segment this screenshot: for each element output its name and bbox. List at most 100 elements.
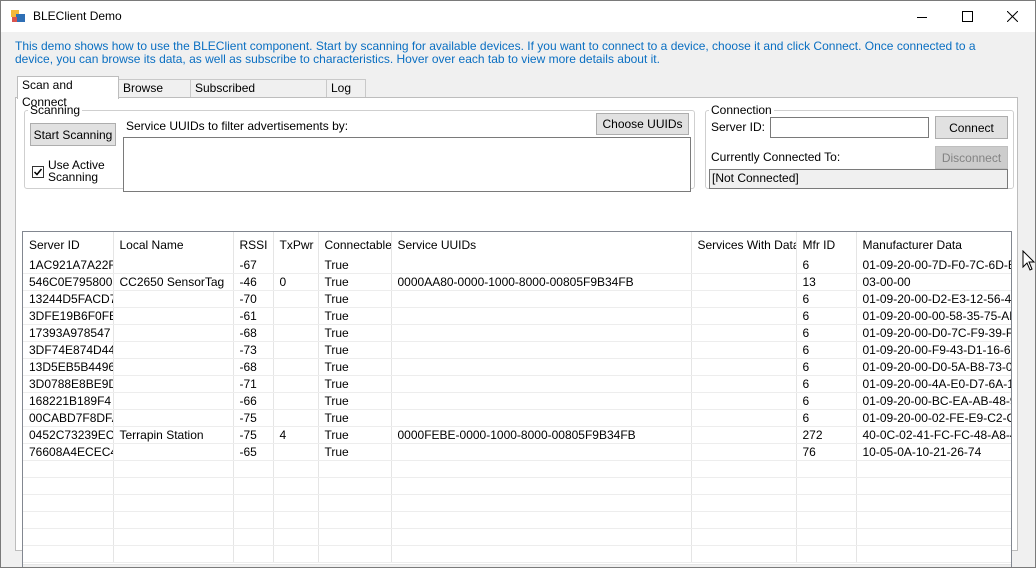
column-header[interactable]: Manufacturer Data — [856, 232, 1011, 257]
empty-cell — [796, 511, 857, 529]
table-cell: 0000FEBE-0000-1000-8000-00805F9B34FB — [391, 426, 692, 444]
empty-cell — [856, 477, 1011, 495]
table-cell: 6 — [796, 409, 857, 427]
table-cell — [391, 375, 692, 393]
table-cell — [391, 443, 692, 461]
table-cell: CC2650 SensorTag — [113, 273, 234, 291]
table-cell: 01-09-20-00-BC-EA-AB-48-96-D6 — [856, 392, 1011, 410]
column-header[interactable]: RSSI — [233, 232, 274, 257]
empty-cell — [113, 494, 234, 512]
tab-subscribed-characteristics[interactable]: Subscribed Characteristics — [190, 79, 327, 112]
resize-cursor-icon — [1022, 250, 1036, 271]
empty-cell — [233, 528, 274, 546]
table-cell — [691, 257, 797, 274]
column-header[interactable]: Services With Data — [691, 232, 797, 257]
empty-cell — [391, 494, 692, 512]
table-cell — [691, 273, 797, 291]
table-row[interactable]: 0452C73239EC Terrapin Station -75 4 True 0000… — [23, 426, 1011, 444]
table-row[interactable]: 546C0E795800 CC2650 SensorTag -46 0 True 0000… — [23, 273, 1011, 291]
start-scanning-button[interactable]: Start Scanning — [30, 123, 116, 146]
table-cell: 6 — [796, 257, 857, 274]
table-cell: -75 — [233, 426, 274, 444]
table-row[interactable]: 17393A978547 -68 True 6 01-09-20-00-D0-7C-F9… — [23, 324, 1011, 342]
table-cell: 3D0788E8BE9D — [23, 375, 114, 393]
table-cell: 13D5EB5B4496 — [23, 358, 114, 376]
horizontal-scrollbar[interactable] — [23, 564, 1011, 567]
table-row[interactable]: 76608A4ECEC4 -65 True 76 10-05-0A-10-21-26-7… — [23, 443, 1011, 461]
table-cell: True — [318, 392, 392, 410]
table-cell: True — [318, 375, 392, 393]
table-cell — [391, 307, 692, 325]
table-cell: 6 — [796, 358, 857, 376]
column-header[interactable]: Mfr ID — [796, 232, 857, 257]
empty-cell — [318, 528, 392, 546]
choose-uuids-button[interactable]: Choose UUIDs — [596, 113, 689, 135]
table-cell: 76 — [796, 443, 857, 461]
devices-list[interactable]: Server ID Local Name RSSI TxPwr Connectable S… — [22, 231, 1012, 567]
empty-cell — [113, 511, 234, 529]
scan-and-connect-panel: Scanning Start Scanning Use Active Scann… — [15, 97, 1018, 567]
connect-button[interactable]: Connect — [935, 116, 1008, 139]
column-header[interactable]: Connectable — [318, 232, 392, 257]
window-title: BLEClient Demo — [33, 9, 122, 23]
minimize-button[interactable] — [899, 1, 945, 32]
table-row[interactable]: 3DF74E874D44 -73 True 6 01-09-20-00-F9-43-D1… — [23, 341, 1011, 359]
empty-cell — [691, 545, 797, 563]
empty-row — [23, 477, 1011, 495]
table-cell — [113, 290, 234, 308]
table-cell: -46 — [233, 273, 274, 291]
tab-scan-and-connect[interactable]: Scan and Connect — [17, 76, 119, 109]
table-row[interactable]: 13244D5FACD7 -70 True 6 01-09-20-00-D2-E3-12… — [23, 290, 1011, 308]
table-cell — [113, 375, 234, 393]
column-header[interactable]: Service UUIDs — [391, 232, 692, 257]
empty-cell — [318, 545, 392, 563]
table-cell — [113, 324, 234, 342]
tab-log[interactable]: Log — [326, 79, 366, 97]
column-header[interactable]: TxPwr — [273, 232, 319, 257]
table-cell — [391, 290, 692, 308]
table-cell — [273, 392, 319, 410]
table-cell — [113, 307, 234, 325]
table-cell — [273, 375, 319, 393]
empty-cell — [691, 528, 797, 546]
tab-browse-data[interactable]: Browse Data — [118, 79, 191, 112]
filter-uuids-input[interactable] — [123, 137, 691, 192]
empty-cell — [23, 494, 114, 512]
table-cell — [113, 443, 234, 461]
close-button[interactable] — [989, 1, 1035, 32]
table-row[interactable]: 3D0788E8BE9D -71 True 6 01-09-20-00-4A-E0-D7… — [23, 375, 1011, 393]
table-cell: Terrapin Station — [113, 426, 234, 444]
disconnect-button[interactable]: Disconnect — [935, 146, 1008, 169]
empty-cell — [391, 545, 692, 563]
title-bar[interactable]: BLEClient Demo — [1, 1, 1035, 32]
table-cell: 1AC921A7A22F — [23, 257, 114, 274]
table-cell: 17393A978547 — [23, 324, 114, 342]
server-id-input[interactable] — [770, 117, 929, 138]
maximize-button[interactable] — [944, 1, 990, 32]
table-cell: True — [318, 426, 392, 444]
table-cell — [113, 392, 234, 410]
checkmark-icon — [33, 168, 43, 176]
empty-row — [23, 511, 1011, 529]
empty-cell — [273, 477, 319, 495]
table-row[interactable]: 1AC921A7A22F -67 True 6 01-09-20-00-7D-F0-7C… — [23, 257, 1011, 274]
table-cell: 0 — [273, 273, 319, 291]
table-cell: 168221B189F4 — [23, 392, 114, 410]
table-row[interactable]: 3DFE19B6F0FE -61 True 6 01-09-20-00-00-58-35… — [23, 307, 1011, 325]
table-row[interactable]: 13D5EB5B4496 -68 True 6 01-09-20-00-D0-5A-B8… — [23, 358, 1011, 376]
column-header[interactable]: Local Name — [113, 232, 234, 257]
table-row[interactable]: 00CABD7F8DFA -75 True 6 01-09-20-00-02-FE-E9… — [23, 409, 1011, 427]
table-row[interactable]: 168221B189F4 -66 True 6 01-09-20-00-BC-EA-AB… — [23, 392, 1011, 410]
table-cell — [391, 324, 692, 342]
empty-cell — [796, 477, 857, 495]
table-cell — [691, 392, 797, 410]
info-text: This demo shows how to use the BLEClient… — [15, 39, 976, 66]
use-active-scanning-checkbox[interactable] — [32, 166, 44, 178]
empty-cell — [856, 528, 1011, 546]
column-header[interactable]: Server ID — [23, 232, 114, 257]
empty-cell — [318, 494, 392, 512]
table-cell — [391, 341, 692, 359]
table-cell: 272 — [796, 426, 857, 444]
empty-cell — [796, 528, 857, 546]
table-cell: 00CABD7F8DFA — [23, 409, 114, 427]
